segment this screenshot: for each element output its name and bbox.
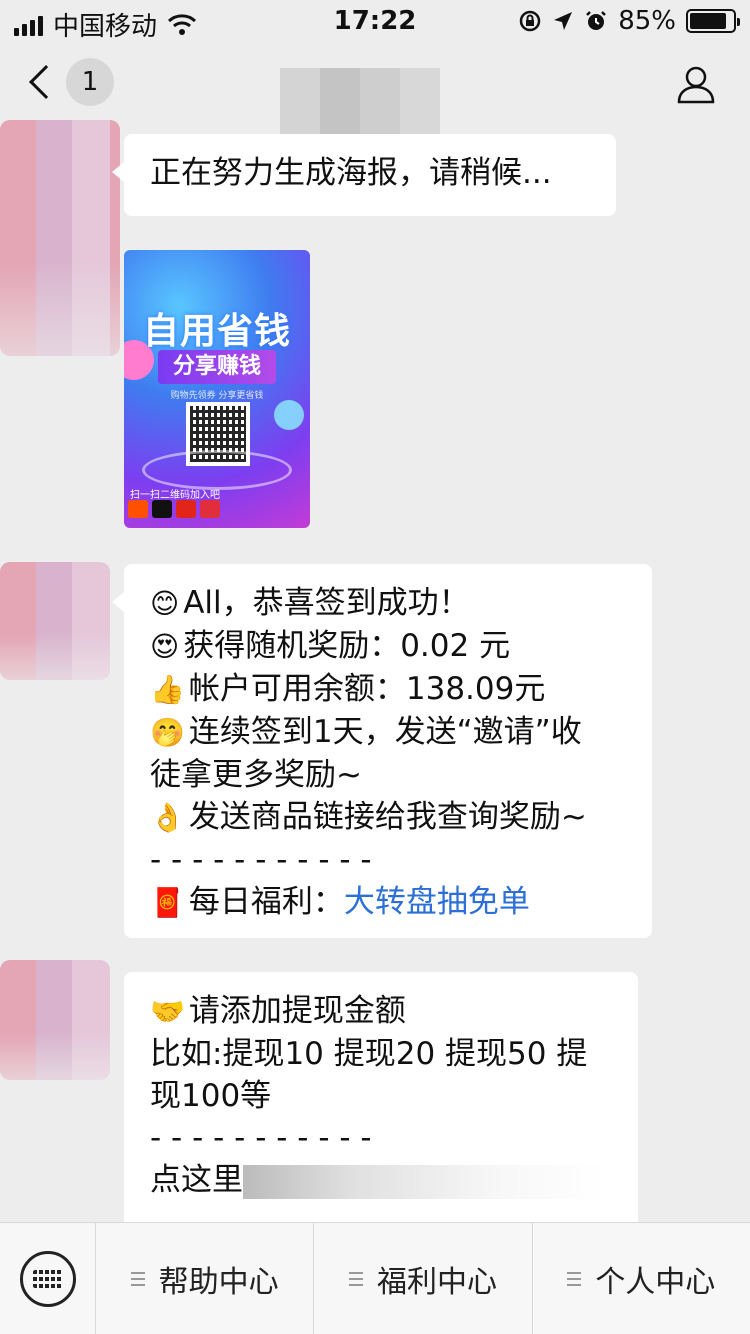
message-line: 点这里 [150, 1159, 612, 1201]
chevron-left-icon [29, 65, 63, 99]
poster-tagline: 购物先领券 分享更省钱 [170, 391, 264, 401]
bottom-menu-bar: 帮助中心 福利中心 个人中心 [0, 1222, 750, 1334]
menu-label: 福利中心 [376, 1264, 497, 1300]
message-text: All，恭喜签到成功！ [183, 585, 470, 621]
message-line: 🤝 请添加提现金额 [150, 990, 612, 1033]
poster-decoration [274, 400, 304, 430]
back-button[interactable]: 1 [26, 58, 114, 106]
divider-text: - - - - - - - - - - - [150, 842, 372, 878]
message-line: 😍 获得随机奖励：0.02 元 [150, 625, 626, 668]
menu-lines-icon [567, 1271, 582, 1286]
keyboard-icon [19, 1251, 76, 1307]
message-line: 🤭 连续签到1天，发送“邀请”收 [150, 711, 626, 754]
menu-lines-icon [348, 1271, 363, 1286]
message-text: 获得随机奖励：0.02 元 [183, 628, 511, 664]
blurred-link [243, 1164, 603, 1199]
message-line: 徒拿更多奖励~ [150, 757, 362, 793]
avatar[interactable] [0, 960, 110, 1080]
handshake-emoji-icon: 🤝 [150, 995, 185, 1028]
message-text: 正在努力生成海报，请稍候... [150, 155, 552, 191]
message-bubble[interactable]: 正在努力生成海报，请稍候... [112, 134, 616, 216]
menu-personal-center[interactable]: 个人中心 [533, 1223, 750, 1334]
menu-help-center[interactable]: 帮助中心 [96, 1223, 315, 1334]
status-bar: 中国移动 17:22 85% [0, 0, 750, 42]
poster-footer: 扫一扫二维码加入吧 [130, 490, 220, 501]
message-text: 请添加提现金额 [188, 993, 406, 1029]
orientation-lock-icon [519, 10, 541, 32]
heart-eyes-emoji-icon: 😍 [150, 630, 180, 663]
message-text: 发送商品链接给我查询奖励~ [188, 799, 587, 835]
message-bubble[interactable]: 😊 All，恭喜签到成功！ 😍 获得随机奖励：0.02 元 👍 帐户可用余额：138.… [112, 564, 652, 938]
chat-header: 1 [0, 40, 750, 158]
message-text: 每日福利： [188, 884, 344, 920]
unread-count-badge: 1 [66, 58, 114, 106]
battery-percent: 85% [618, 6, 676, 36]
battery-icon [686, 9, 740, 33]
poster-image[interactable]: 自用省钱 分享赚钱 购物先领券 分享更省钱 扫一扫二维码加入吧 [124, 250, 310, 528]
message-line: 🧧 每日福利：大转盘抽免单 [150, 881, 626, 924]
lucky-wheel-link[interactable]: 大转盘抽免单 [344, 884, 530, 920]
avatar[interactable] [0, 562, 110, 680]
message-line: 😊 All，恭喜签到成功！ [150, 582, 626, 625]
location-icon [554, 12, 573, 30]
alarm-icon [586, 11, 607, 30]
menu-lines-icon [130, 1271, 145, 1286]
message-line: 比如:提现10 提现20 提现50 提 [150, 1036, 588, 1072]
divider-text: - - - - - - - - - - - [150, 1120, 372, 1156]
message-text: 帐户可用余额：138.09元 [188, 671, 546, 707]
message-line: 现100等 [150, 1078, 272, 1114]
menu-welfare-center[interactable]: 福利中心 [314, 1223, 533, 1334]
avatar[interactable] [0, 120, 120, 356]
menu-label: 个人中心 [595, 1264, 716, 1300]
message-bubble[interactable]: 🤝 请添加提现金额 比如:提现10 提现20 提现50 提 现100等 - - -… [124, 972, 638, 1222]
smile-emoji-icon: 😊 [150, 587, 180, 620]
message-text[interactable]: 点这里 [150, 1162, 243, 1198]
message-line: 👌 发送商品链接给我查询奖励~ [150, 796, 626, 839]
menu-label: 帮助中心 [158, 1264, 279, 1300]
red-envelope-emoji-icon: 🧧 [150, 886, 185, 919]
thumbs-up-emoji-icon: 👍 [150, 673, 185, 706]
poster-subtitle: 分享赚钱 [158, 350, 276, 384]
poster-title: 自用省钱 [142, 311, 291, 352]
profile-icon[interactable] [676, 64, 716, 104]
poster-logos [128, 500, 220, 518]
poster-decoration [142, 450, 292, 490]
message-line: 👍 帐户可用余额：138.09元 [150, 668, 626, 711]
keyboard-toggle-button[interactable] [0, 1223, 96, 1334]
ok-hand-emoji-icon: 👌 [150, 801, 185, 834]
giggle-emoji-icon: 🤭 [150, 716, 185, 749]
message-text: 连续签到1天，发送“邀请”收 [188, 714, 582, 750]
